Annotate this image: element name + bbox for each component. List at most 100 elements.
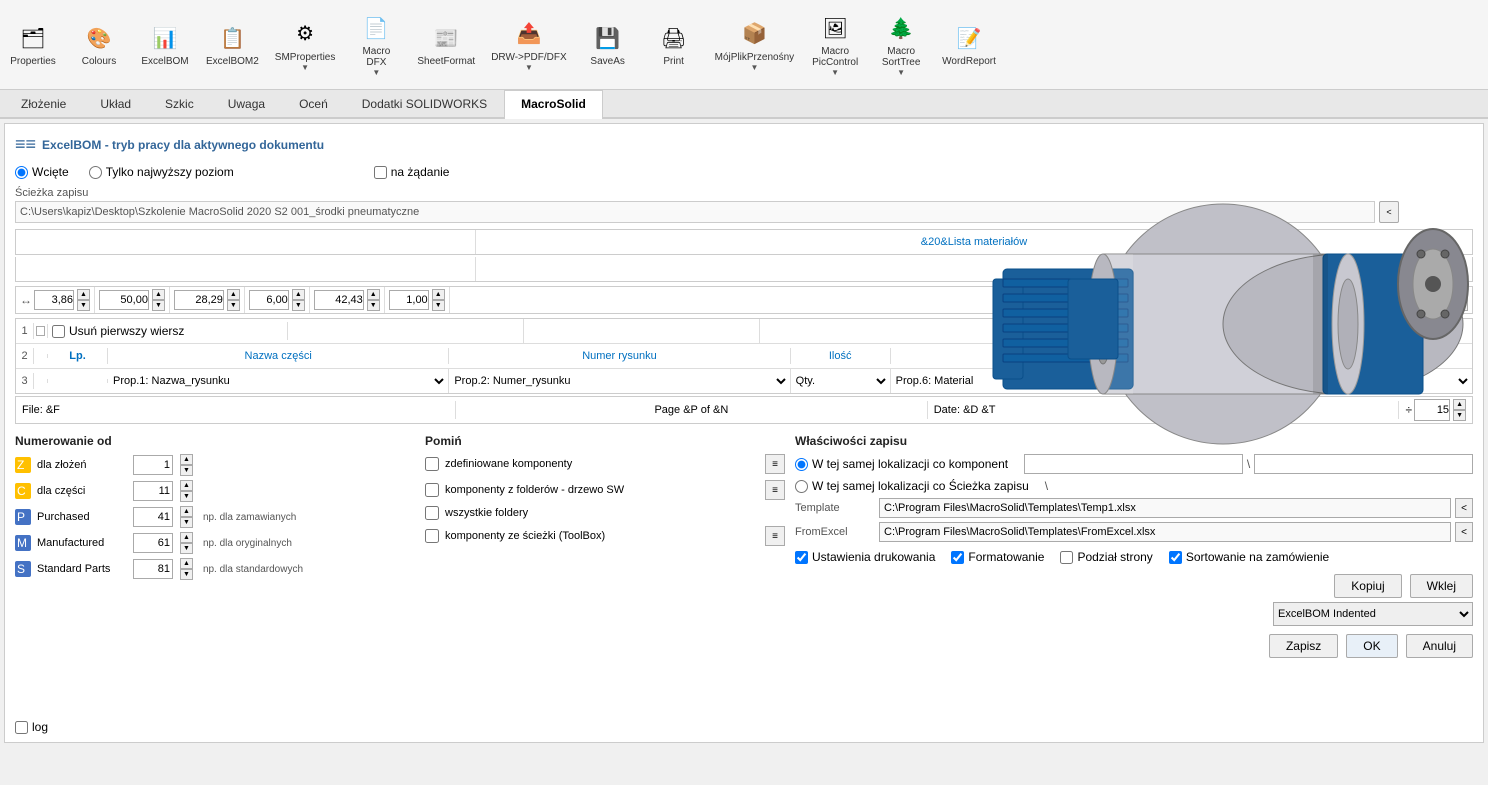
row1-label: Usuń pierwszy wiersz — [69, 324, 184, 338]
header-left2-input[interactable] — [16, 257, 475, 281]
toolbar-macropiccontrol[interactable]: 🖼 MacroPicControl ▼ — [810, 12, 860, 77]
spinner3-input[interactable] — [174, 290, 224, 310]
check-podzial-label: Podział strony — [1077, 550, 1152, 564]
toolbar-wordreport[interactable]: 📝 WordReport — [942, 22, 996, 67]
row1-remove-first[interactable] — [52, 325, 65, 338]
label-standard: Standard Parts — [37, 563, 127, 575]
header-left-input[interactable] — [16, 230, 475, 254]
toolbar-print[interactable]: 🖨 Print — [649, 22, 699, 67]
excelbom-style-dropdown[interactable]: ExcelBOM Indented — [1273, 602, 1473, 626]
check-podzial[interactable]: Podział strony — [1060, 550, 1152, 564]
properties-label: Properties — [10, 56, 56, 67]
spinner1-input[interactable] — [34, 290, 74, 310]
input-czesci[interactable] — [133, 481, 173, 501]
toolbar-macrodxf[interactable]: 📄 MacroDFX ▼ — [351, 12, 401, 77]
macropiccontrol-icon: 🖼 — [819, 12, 851, 44]
skip-check-1[interactable] — [425, 457, 439, 471]
check-sortowanie[interactable]: Sortowanie na zamówienie — [1169, 550, 1329, 564]
sheetformat-icon: 📰 — [430, 22, 462, 54]
spin-czesci[interactable]: ▲▼ — [180, 480, 193, 502]
panel-title: ExcelBOM - tryb pracy dla aktywnego doku… — [42, 138, 324, 152]
radio-wciete[interactable]: Wcięte — [15, 165, 69, 179]
numbering-panel: Numerowanie od Z dla złożeń ▲▼ C dla czę… — [15, 434, 415, 658]
skip-btn-4[interactable]: ≡ — [765, 526, 785, 546]
row3-prop1-dropdown[interactable]: Prop.1: Nazwa_rysunku — [109, 370, 447, 392]
input-purchased[interactable] — [133, 507, 173, 527]
radio-najwyzszy[interactable]: Tylko najwyższy poziom — [89, 165, 234, 179]
spinner3-btn[interactable]: ▲▼ — [227, 289, 240, 311]
tab-uwaga[interactable]: Uwaga — [211, 90, 282, 117]
label-manufactured: Manufactured — [37, 537, 127, 549]
fromexcel-browse-btn[interactable]: < — [1455, 522, 1473, 542]
ok-button[interactable]: OK — [1346, 634, 1397, 658]
toolbar-excelbom2[interactable]: 📋 ExcelBOM2 — [206, 22, 259, 67]
footer-file-input[interactable] — [22, 404, 449, 416]
spin-manufactured[interactable]: ▲▼ — [180, 532, 193, 554]
skip-check-4[interactable] — [425, 529, 439, 543]
drwpdf-icon: 📤 — [513, 18, 545, 50]
label-zlozenia: dla złożeń — [37, 459, 127, 471]
spinner4-btn[interactable]: ▲▼ — [292, 289, 305, 311]
row3-prop2-dropdown[interactable]: Prop.2: Numer_rysunku — [450, 370, 788, 392]
tab-dodatki[interactable]: Dodatki SOLIDWORKS — [345, 90, 504, 117]
check-formatowanie[interactable]: Formatowanie — [951, 550, 1044, 564]
toolbar-mojplik[interactable]: 📦 MójPlikPrzenośny ▼ — [715, 18, 794, 72]
skip-btn-1[interactable]: ≡ — [765, 454, 785, 474]
spinner6-btn[interactable]: ▲▼ — [432, 289, 445, 311]
toolbar-properties[interactable]: 🗂 Properties — [8, 22, 58, 67]
checkbox-na-zadanie[interactable]: na żądanie — [374, 165, 450, 179]
tab-zlozenie[interactable]: Złożenie — [4, 90, 83, 117]
num-standard: S Standard Parts ▲▼ np. dla standardowyc… — [15, 558, 415, 580]
tab-szkic[interactable]: Szkic — [148, 90, 211, 117]
log-checkbox[interactable] — [15, 721, 28, 734]
tab-uklad[interactable]: Układ — [83, 90, 148, 117]
toolbar-drwpdf[interactable]: 📤 DRW->PDF/DFX ▼ — [491, 18, 566, 72]
spinner2-input[interactable] — [99, 290, 149, 310]
spinner5-input[interactable] — [314, 290, 364, 310]
anuluj-button[interactable]: Anuluj — [1406, 634, 1473, 658]
spinner6-input[interactable] — [389, 290, 429, 310]
hint-standard: np. dla standardowych — [203, 564, 303, 575]
toolbar-sheetformat[interactable]: 📰 SheetFormat — [417, 22, 475, 67]
input-zlozenia[interactable] — [133, 455, 173, 475]
toolbar-colours[interactable]: 🎨 Colours — [74, 22, 124, 67]
wordreport-label: WordReport — [942, 56, 996, 67]
spinner5-btn[interactable]: ▲▼ — [367, 289, 380, 311]
toolbar-macrosorttree[interactable]: 🌲 MacroSortTree ▼ — [876, 12, 926, 77]
spin-purchased[interactable]: ▲▼ — [180, 506, 193, 528]
row3-qty-dropdown[interactable]: Qty. — [792, 370, 889, 392]
row1-checkbox[interactable] — [36, 326, 45, 336]
tab-ocen[interactable]: Oceń — [282, 90, 345, 117]
tab-macrosolid[interactable]: MacroSolid — [504, 90, 603, 119]
spinner4-input[interactable] — [249, 290, 289, 310]
spin-standard[interactable]: ▲▼ — [180, 558, 193, 580]
toolbar-smproperties[interactable]: ⚙ SMProperties ▼ — [275, 18, 336, 72]
saveas-icon: 💾 — [592, 22, 624, 54]
row1-col2: Usuń pierwszy wiersz — [48, 322, 288, 340]
kopiuj-button[interactable]: Kopiuj — [1334, 574, 1401, 598]
fromexcel-input[interactable] — [879, 522, 1451, 542]
print-label: Print — [663, 56, 684, 67]
skip-check-3[interactable] — [425, 506, 439, 520]
toolbar-excelbom[interactable]: 📊 ExcelBOM — [140, 22, 190, 67]
hint-manufactured: np. dla oryginalnych — [203, 538, 292, 549]
skip-title: Pomiń — [425, 434, 785, 448]
input-manufactured[interactable] — [133, 533, 173, 553]
spinner1-btn[interactable]: ▲▼ — [77, 289, 90, 311]
skip-panel: Pomiń zdefiniowane komponenty ≡ komponen… — [425, 434, 785, 658]
template-label: Template — [795, 502, 875, 514]
check-drukowania[interactable]: Ustawienia drukowania — [795, 550, 935, 564]
toolbar-saveas[interactable]: 💾 SaveAs — [583, 22, 633, 67]
input-standard[interactable] — [133, 559, 173, 579]
skip-btn-2[interactable]: ≡ — [765, 480, 785, 500]
check-sortowanie-label: Sortowanie na zamówienie — [1186, 550, 1329, 564]
macropiccontrol-label: MacroPicControl — [812, 46, 858, 68]
zapisz-button[interactable]: Zapisz — [1269, 634, 1338, 658]
check-drukowania-label: Ustawienia drukowania — [812, 550, 935, 564]
skip-label-3: wszystkie foldery — [445, 507, 785, 519]
footer-page-input[interactable] — [462, 404, 921, 416]
skip-check-2[interactable] — [425, 483, 439, 497]
spinner2-btn[interactable]: ▲▼ — [152, 289, 165, 311]
spin-zlozenia[interactable]: ▲▼ — [180, 454, 193, 476]
wklej-button[interactable]: Wklej — [1410, 574, 1473, 598]
